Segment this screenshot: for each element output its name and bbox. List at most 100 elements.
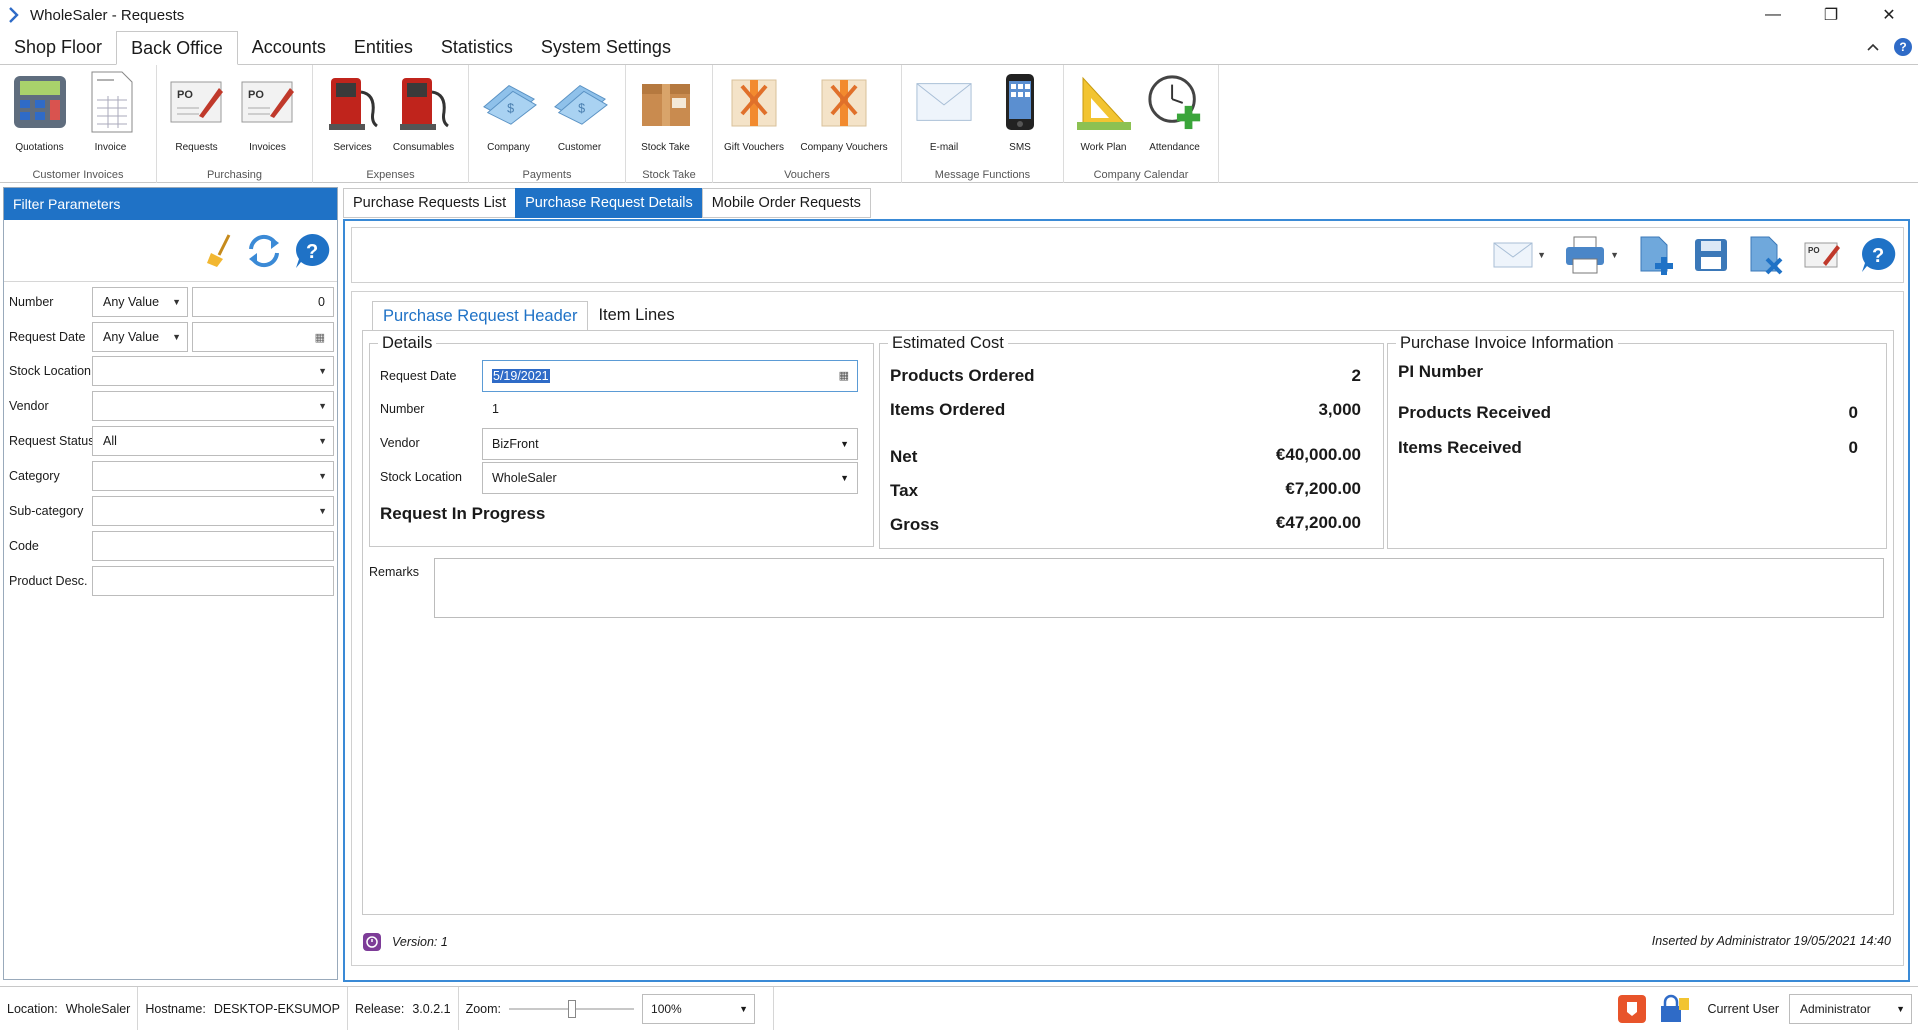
filter-row-category: Category ▼ [4,461,337,493]
gift-vouchers-button[interactable]: Gift Vouchers [717,65,791,161]
save-button[interactable] [1693,237,1729,273]
group-label-customer-invoices: Customer Invoices [32,169,124,181]
calendar-icon[interactable]: ▦ [839,361,849,391]
notification-icon[interactable] [1617,994,1647,1024]
svg-text:?: ? [306,241,318,263]
group-label-company-calendar: Company Calendar [1093,169,1189,181]
requests-button[interactable]: PO Requests [161,65,232,161]
lock-user-icon[interactable] [1657,994,1691,1024]
tab-mobile-order-requests[interactable]: Mobile Order Requests [701,188,871,218]
attendance-button[interactable]: Attendance [1139,65,1210,161]
consumables-button[interactable]: Consumables [388,65,459,161]
code-filter-input[interactable] [92,531,334,561]
title-bar: WholeSaler - Requests — ❐ ✕ [0,0,1918,30]
request-status-text: Request In Progress [380,504,546,523]
purchase-order-button[interactable]: PO [1803,239,1841,271]
email-button[interactable]: E-mail [906,65,982,161]
zoom-slider[interactable] [509,998,635,1020]
tab-accounts[interactable]: Accounts [238,31,340,64]
request-date-field[interactable]: 5/19/2021 ▦ [482,360,858,392]
request-date-operator-select[interactable]: Any Value ▼ [92,322,188,352]
category-filter-select[interactable]: ▼ [92,461,334,491]
stock-location-select[interactable]: WholeSaler ▼ [482,462,858,494]
tab-purchase-request-details[interactable]: Purchase Request Details [515,188,703,218]
invoice-button[interactable]: Invoice [75,65,146,161]
company-vouchers-button[interactable]: Company Vouchers [791,65,897,161]
chevron-down-icon[interactable]: ▼ [1537,250,1546,260]
banknote-icon: $ [553,84,608,125]
ribbon-group-customer-invoices: Quotations Invoice Customer Invoices [0,65,157,183]
printer-icon [1566,236,1605,274]
tab-item-lines[interactable]: Item Lines [588,301,684,331]
customer-payments-button[interactable]: $ Customer [544,65,615,161]
tab-back-office[interactable]: Back Office [116,31,238,65]
help-button[interactable]: ? [1859,236,1897,274]
status-release: Release: 3.0.2.1 [348,986,459,1030]
chevron-down-icon[interactable]: ▼ [1610,250,1619,260]
po-document-icon: PO [1804,242,1840,268]
remarks-textarea[interactable] [434,558,1884,618]
status-hostname: Hostname: DESKTOP-EKSUMOP [138,986,348,1030]
calendar-icon[interactable]: ▦ [315,332,325,344]
broom-clear-icon[interactable] [205,233,235,269]
delete-document-icon [1750,236,1783,275]
history-icon[interactable] [362,932,382,952]
tab-purchase-request-header[interactable]: Purchase Request Header [372,301,589,331]
stock-location-filter-select[interactable]: ▼ [92,356,334,386]
tab-system-settings[interactable]: System Settings [527,31,685,64]
products-ordered-value: 2 [1351,366,1361,385]
minimize-button[interactable]: — [1744,0,1802,30]
vendor-filter-select[interactable]: ▼ [92,391,334,421]
work-plan-button[interactable]: Work Plan [1068,65,1139,161]
number-filter-label: Number [9,295,54,309]
email-label: E-mail [929,142,959,153]
request-date-filter-input[interactable]: ▦ [192,322,334,352]
product-desc-filter-input[interactable] [92,566,334,596]
print-button[interactable]: ▼ [1564,235,1619,275]
restore-icon: ❐ [1823,7,1839,24]
services-button[interactable]: Services [317,65,388,161]
tab-statistics[interactable]: Statistics [427,31,527,64]
quotations-button[interactable]: Quotations [4,65,75,161]
request-status-filter-select[interactable]: All ▼ [92,426,334,456]
request-date-label: Request Date [380,369,457,383]
fuel-pump-icon [328,78,378,130]
details-frame: ▼ ▼ PO ? Purchase Request Header Item Li… [343,219,1910,982]
invoices-button[interactable]: PO Invoices [232,65,303,161]
version-text: Version: 1 [392,935,448,949]
release-label: Release: [355,1001,405,1016]
collapse-ribbon-icon[interactable] [1866,42,1880,52]
filter-row-product-desc: Product Desc. [4,566,337,598]
tab-entities[interactable]: Entities [340,31,427,64]
close-button[interactable]: ✕ [1860,0,1918,30]
sub-category-filter-select[interactable]: ▼ [92,496,334,526]
sms-button[interactable]: SMS [982,65,1058,161]
vendor-select[interactable]: BizFront ▼ [482,428,858,460]
zoom-label: Zoom: [465,1001,502,1016]
tab-purchase-requests-list[interactable]: Purchase Requests List [343,188,517,218]
ribbon-group-stock-take: Stock Take Stock Take [626,65,713,183]
current-user-label: Current User [1707,1002,1779,1016]
minimize-icon: — [1765,6,1781,23]
help-icon[interactable]: ? [1894,38,1912,56]
company-payments-button[interactable]: $ Company [473,65,544,161]
delete-document-button[interactable] [1747,235,1785,275]
zoom-select[interactable]: 100% ▼ [642,993,756,1024]
restore-button[interactable]: ❐ [1802,0,1860,30]
number-filter-input[interactable]: 0 [192,287,334,317]
refresh-icon[interactable] [245,233,283,269]
set-square-icon [1076,76,1131,130]
help-icon[interactable]: ? [293,232,331,270]
current-user-select[interactable]: Administrator ▼ [1789,994,1912,1024]
new-document-button[interactable] [1637,235,1675,275]
email-document-button[interactable]: ▼ [1493,242,1546,268]
help-icon: ? [1862,237,1896,272]
zoom-slider-thumb[interactable] [568,999,577,1018]
stock-take-button[interactable]: Stock Take [630,65,701,161]
header-content: Details Request Date 5/19/2021 ▦ Number … [362,330,1894,915]
number-operator-select[interactable]: Any Value ▼ [92,287,188,317]
tab-shop-floor[interactable]: Shop Floor [0,31,116,64]
status-zoom: Zoom: 100% ▼ [459,986,775,1030]
filter-row-request-date: Request Date Any Value ▼ ▦ [4,322,337,354]
inserted-by-text: Inserted by Administrator 19/05/2021 14:… [1651,934,1891,948]
